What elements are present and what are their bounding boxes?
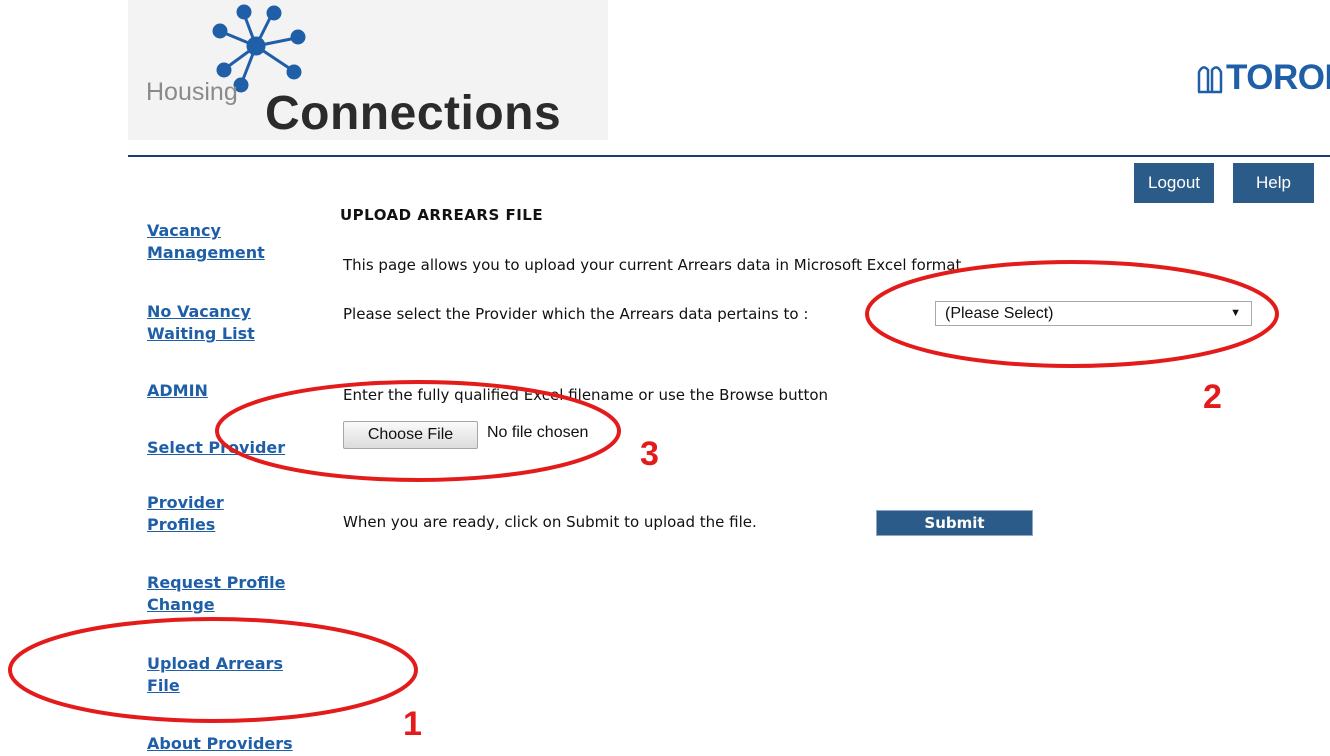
sidebar-item-no-vacancy-waiting-list[interactable]: No Vacancy Waiting List <box>147 301 317 345</box>
sidebar-item-label: ADMIN <box>147 381 208 400</box>
sidebar-item-label: Select Provider <box>147 438 286 457</box>
sidebar-item-label: Change <box>147 595 215 614</box>
sidebar-item-label: No Vacancy <box>147 302 251 321</box>
sidebar-item-label: Vacancy <box>147 221 221 240</box>
sidebar-item-label: Provider <box>147 493 224 512</box>
sidebar-item-label: Profiles <box>147 515 216 534</box>
provider-select[interactable]: (Please Select) ▼ <box>935 301 1252 326</box>
annotation-label-1: 1 <box>403 705 422 743</box>
sidebar-item-label: Management <box>147 243 265 262</box>
sidebar-item-admin[interactable]: ADMIN <box>147 380 317 402</box>
choose-file-button[interactable]: Choose File <box>343 421 478 449</box>
help-button[interactable]: Help <box>1233 163 1314 203</box>
city-hall-icon <box>1197 66 1223 94</box>
sidebar-item-vacancy-management[interactable]: Vacancy Management <box>147 220 317 264</box>
annotation-label-3: 3 <box>640 435 659 473</box>
sidebar-item-select-provider[interactable]: Select Provider <box>147 437 317 459</box>
logo-connections-text: Connections <box>265 87 562 140</box>
toronto-logo: TORONTO <box>1197 58 1330 98</box>
logout-button[interactable]: Logout <box>1134 163 1214 203</box>
sidebar-item-provider-profiles[interactable]: Provider Profiles <box>147 492 317 536</box>
sidebar-item-upload-arrears-file[interactable]: Upload Arrears File <box>147 653 317 697</box>
submit-prompt: When you are ready, click on Submit to u… <box>343 513 757 531</box>
sidebar-item-label: Request Profile <box>147 573 286 592</box>
page-title: UPLOAD ARREARS FILE <box>340 206 544 224</box>
sidebar-item-label: Waiting List <box>147 324 255 343</box>
logo-toronto-text: TORONTO <box>1226 58 1330 97</box>
sidebar-item-label: Upload Arrears <box>147 654 283 673</box>
file-prompt: Enter the fully qualified Excel filename… <box>343 386 829 404</box>
file-status-text: No file chosen <box>487 424 589 441</box>
sidebar-item-label: About Providers <box>147 734 293 753</box>
intro-text: This page allows you to upload your curr… <box>343 256 967 274</box>
sidebar-item-about-providers[interactable]: About Providers <box>147 733 317 755</box>
sidebar-item-request-profile-change[interactable]: Request Profile Change <box>147 572 317 616</box>
housing-connections-logo: Housing Connections <box>128 0 608 140</box>
header-divider <box>128 155 1330 157</box>
submit-button[interactable]: Submit <box>876 510 1033 536</box>
logo-housing-text: Housing <box>146 78 238 106</box>
sidebar-item-label: File <box>147 676 180 695</box>
dropdown-arrow-icon: ▼ <box>1230 307 1241 319</box>
provider-prompt: Please select the Provider which the Arr… <box>343 305 809 323</box>
annotation-label-2: 2 <box>1203 378 1222 416</box>
provider-select-value: (Please Select) <box>945 305 1054 322</box>
header: Housing Connections TORONTO <box>128 0 1330 155</box>
